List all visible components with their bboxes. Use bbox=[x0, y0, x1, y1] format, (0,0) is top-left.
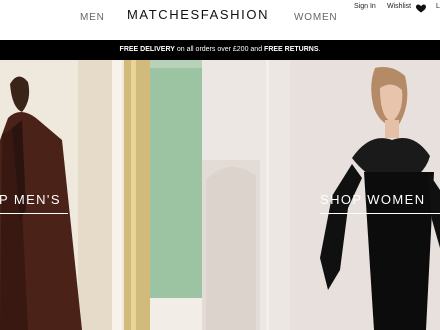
heart-icon[interactable] bbox=[415, 2, 427, 14]
promo-free-returns: FREE RETURNS bbox=[264, 46, 319, 53]
promo-banner[interactable]: FREE DELIVERY on all orders over £200 an… bbox=[0, 40, 440, 60]
nav-men[interactable]: MEN bbox=[80, 12, 105, 23]
hero-banner: P MEN'S SHOP WOMEN bbox=[0, 60, 440, 330]
men-hero-panel[interactable]: P MEN'S bbox=[0, 60, 202, 330]
shop-women-underline bbox=[320, 213, 440, 214]
wishlist-link[interactable]: Wishlist bbox=[387, 3, 411, 10]
women-hero-panel[interactable]: SHOP WOMEN bbox=[202, 60, 440, 330]
shop-men-underline bbox=[0, 213, 68, 214]
site-logo[interactable]: MATCHESFASHION bbox=[127, 7, 279, 22]
sign-in-link[interactable]: Sign In bbox=[354, 3, 376, 10]
shop-women-label[interactable]: SHOP WOMEN bbox=[320, 192, 426, 207]
promo-period: . bbox=[318, 46, 321, 53]
promo-text: on all orders over £200 and bbox=[174, 46, 265, 53]
site-header: MEN MATCHESFASHION WOMEN Sign In Wishlis… bbox=[0, 0, 440, 40]
shop-men-label[interactable]: P MEN'S bbox=[0, 192, 61, 207]
promo-free-delivery: FREE DELIVERY bbox=[119, 46, 175, 53]
extra-util-link[interactable]: L bbox=[436, 3, 440, 10]
nav-women[interactable]: WOMEN bbox=[294, 12, 337, 23]
